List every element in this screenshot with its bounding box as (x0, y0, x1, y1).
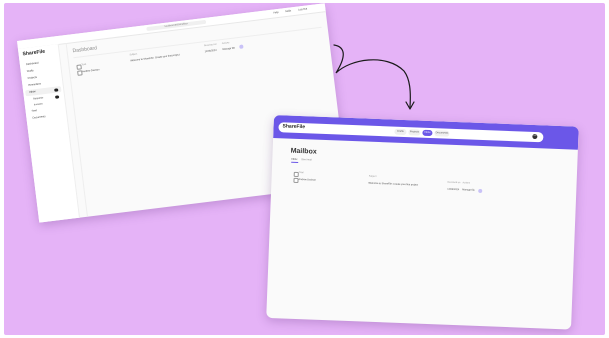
new-header: ShareFile Drafts Projects Inbox Document… (273, 115, 579, 150)
nav-projects[interactable]: Projects (408, 129, 421, 136)
inbox-badge-dot (54, 87, 58, 92)
sidebar-item-requests[interactable]: Requests (33, 96, 43, 100)
transition-arrow-icon (333, 44, 415, 110)
tab-inbox[interactable]: Inbox (291, 158, 297, 161)
notification-icon[interactable] (524, 134, 530, 140)
sidebar-item-reminders[interactable]: Reminders (28, 82, 41, 87)
new-col-subject: Subject (368, 175, 377, 178)
sidebar-item-drafts[interactable]: Drafts (27, 69, 34, 73)
mails-link[interactable]: Mails (285, 9, 291, 13)
tab-sent[interactable]: Sent mail (301, 158, 312, 161)
address-bar[interactable]: localhost:3000/mailbox (146, 19, 207, 32)
logout-link[interactable]: Log Out (298, 7, 307, 11)
illustration-stage: localhost:3000/mailbox Help Mails Log Ou… (4, 3, 605, 335)
new-row-subject[interactable]: Welcome to ShareFile: Create your first … (368, 182, 418, 187)
old-page-title: Dashboard (72, 45, 98, 55)
nav-inbox[interactable]: Inbox (422, 129, 433, 137)
row-date: 12/06/2024 (204, 48, 217, 53)
new-brand-logo: ShareFile (282, 123, 306, 131)
nav-documents[interactable]: Documents (434, 130, 450, 137)
new-page-title: Mailbox (290, 147, 317, 156)
new-row-date: 12/06/2024 (447, 187, 460, 192)
avatar: AD (532, 133, 538, 140)
old-col-subject: Subject (129, 53, 138, 57)
sidebar-item-invoices[interactable]: Invoices (34, 102, 43, 106)
user-menu[interactable]: AD (531, 132, 541, 141)
new-row-action-icon[interactable] (478, 188, 483, 193)
row-action-icon[interactable] (239, 44, 244, 49)
new-col-actions: Actions (462, 182, 471, 185)
sidebar-item-dashboard[interactable]: Dashboard (26, 62, 39, 67)
nav-drafts[interactable]: Drafts (394, 128, 407, 136)
old-col-received: Received on (203, 43, 217, 48)
new-select-all-label: Total (298, 171, 304, 174)
row-action[interactable]: Manage file (222, 46, 235, 50)
new-mailbox-window: ShareFile Drafts Projects Inbox Document… (266, 115, 579, 330)
new-row-sender: Andrew Davison (298, 177, 317, 182)
new-nav-bar: ShareFile Drafts Projects Inbox Document… (278, 122, 544, 143)
new-row-action[interactable]: Manage file (462, 188, 474, 191)
select-all-label: Total (81, 63, 87, 66)
old-col-actions: Actions (221, 42, 230, 46)
old-brand-logo: ShareFile (22, 48, 46, 58)
row-sender: Andrew Davison (81, 67, 100, 73)
sidebar-item-projects[interactable]: Projects (27, 76, 37, 80)
new-col-received: Received on (447, 181, 461, 185)
tab-inbox-underline (291, 161, 299, 163)
sidebar-item-sent[interactable]: Sent (31, 109, 37, 113)
requests-badge-dot (54, 94, 59, 99)
sidebar-item-documents[interactable]: Documents (32, 115, 45, 120)
help-link[interactable]: Help (273, 10, 278, 14)
